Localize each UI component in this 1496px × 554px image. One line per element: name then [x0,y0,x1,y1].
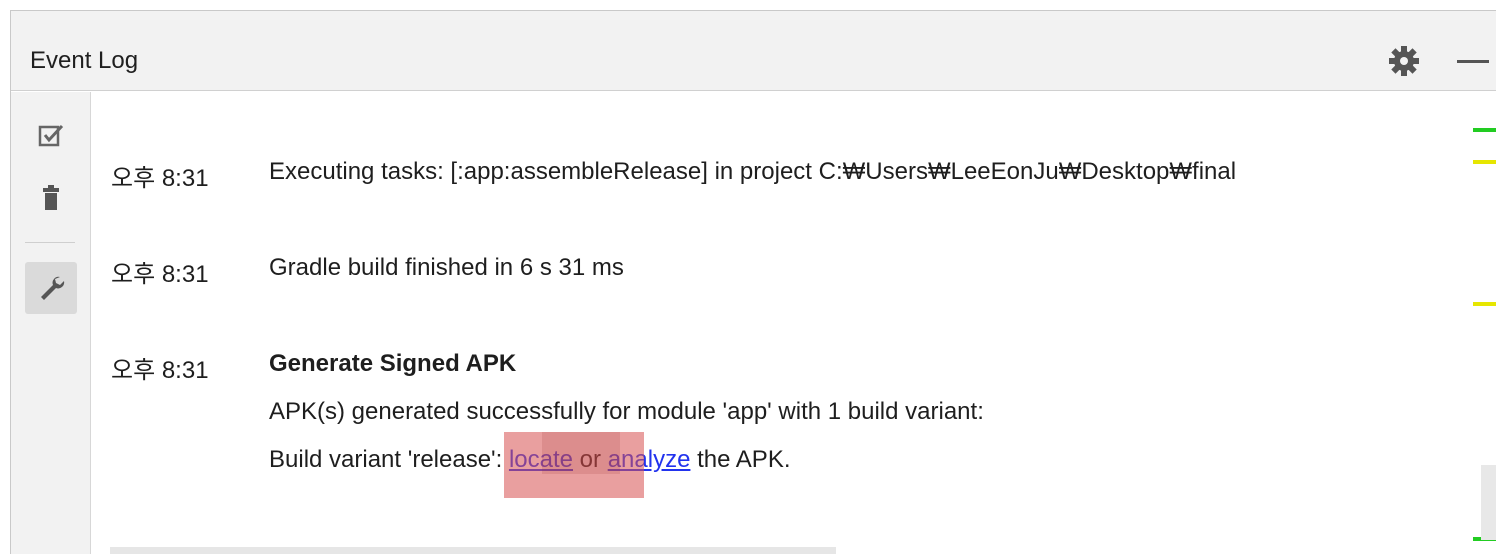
checkbox-check-icon[interactable] [25,110,77,162]
event-text: or [573,446,608,473]
analyze-link[interactable]: analyze [608,446,691,473]
minimize-icon[interactable] [1451,41,1496,81]
marker-green[interactable] [1473,128,1496,132]
event-time: 오후 8:31 [111,165,209,192]
event-time: 오후 8:31 [111,357,209,384]
event-time: 오후 8:31 [111,261,209,288]
gear-icon[interactable] [1384,41,1424,81]
event-text: the APK. [690,446,791,473]
panel-title: Event Log [30,47,139,74]
toolbar-separator [25,242,75,243]
panel-header: Event Log [11,11,1496,91]
event-message-links: Build variant 'release': locate or analy… [269,446,791,474]
wrench-icon[interactable] [25,262,77,314]
event-text: Build variant 'release': [269,446,509,473]
trash-icon[interactable] [25,172,77,224]
locate-link[interactable]: locate [509,446,573,473]
marker-yellow[interactable] [1473,160,1496,164]
event-message: Gradle build finished in 6 s 31 ms [269,254,624,281]
event-log-panel: Event Log 오후 8:31 Executing tasks: [:app… [10,10,1496,554]
marker-yellow[interactable] [1473,302,1496,306]
event-list: 오후 8:31 Executing tasks: [:app:assembleR… [92,92,1467,554]
top-strip [0,0,1496,10]
event-message: APK(s) generated successfully for module… [269,398,984,425]
event-message: Executing tasks: [:app:assembleRelease] … [269,158,1237,185]
side-toolbar [11,92,91,554]
horizontal-scrollbar[interactable] [110,547,836,554]
event-title: Generate Signed APK [269,350,517,377]
vertical-scrollbar[interactable] [1481,465,1496,540]
